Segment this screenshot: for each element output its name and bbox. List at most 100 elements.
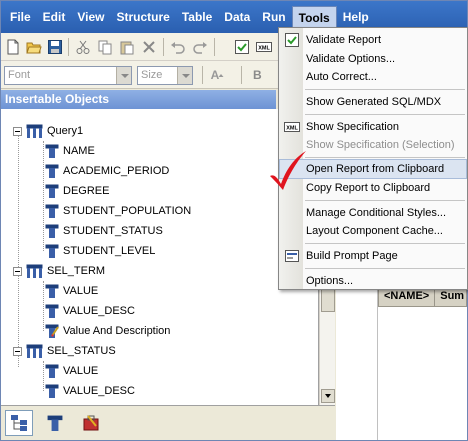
menu-table[interactable]: Table	[176, 6, 218, 28]
query-icon	[26, 264, 43, 278]
tree-leaf-label: STUDENT_POPULATION	[63, 205, 192, 217]
tree-leaf-value-desc[interactable]: VALUE_DESC	[45, 381, 135, 401]
tree-node-sel-status[interactable]: SEL_STATUS	[13, 341, 116, 361]
menu-item-label: Copy Report to Clipboard	[306, 182, 431, 194]
checkmark-annotation-icon	[270, 151, 306, 190]
bold-button[interactable]: B	[253, 68, 262, 82]
tree-connector	[43, 281, 44, 331]
tree-leaf-academic-period[interactable]: ACADEMIC_PERIOD	[45, 161, 169, 181]
data-item-icon	[45, 204, 59, 218]
menu-structure[interactable]: Structure	[110, 6, 175, 28]
data-item-icon	[45, 284, 59, 298]
font-dropdown-arrow-icon[interactable]	[116, 67, 131, 84]
source-tree-icon	[11, 415, 27, 431]
tree-leaf-label: Value And Description	[63, 325, 171, 337]
grid-column-sum[interactable]: Sum	[435, 290, 468, 302]
xml-icon[interactable]: XML	[256, 39, 272, 55]
tree-node-sel-term[interactable]: SEL_TERM	[13, 261, 105, 281]
tree-leaf-value-desc[interactable]: VALUE_DESC	[45, 301, 135, 321]
menu-item-validate-options[interactable]: Validate Options...	[279, 49, 467, 69]
tree-node-label: SEL_STATUS	[47, 345, 116, 357]
menu-tools[interactable]: Tools	[291, 6, 337, 28]
collapse-icon[interactable]	[13, 266, 22, 276]
tree-node-query1[interactable]: Query1	[13, 121, 83, 141]
tree-leaf-student-status[interactable]: STUDENT_STATUS	[45, 221, 163, 241]
font-color-icon[interactable]: A	[209, 67, 225, 83]
menu-file[interactable]: File	[4, 6, 37, 28]
tree-leaf-value[interactable]: VALUE	[45, 361, 98, 381]
insertable-objects-header: Insertable Objects	[1, 90, 276, 109]
validate-report-icon	[285, 33, 299, 47]
save-icon[interactable]	[47, 39, 63, 55]
size-combo-placeholder: Size	[141, 69, 163, 81]
calculated-item-icon	[45, 324, 59, 338]
validate-icon[interactable]	[234, 39, 250, 55]
tree-leaf-label: VALUE	[63, 365, 99, 377]
menu-item-label: Manage Conditional Styles...	[306, 207, 447, 219]
toolbar-separator	[202, 66, 203, 84]
tree-leaf-student-population[interactable]: STUDENT_POPULATION	[45, 201, 191, 221]
menu-item-label: Open Report from Clipboard	[306, 163, 445, 175]
collapse-icon[interactable]	[13, 346, 22, 356]
svg-text:XML: XML	[258, 46, 270, 52]
size-combo[interactable]: Size	[137, 66, 193, 85]
menu-separator	[305, 200, 465, 201]
pane-tabs	[1, 405, 335, 440]
menu-run[interactable]: Run	[256, 6, 291, 28]
menu-data[interactable]: Data	[218, 6, 256, 28]
menu-item-manage-conditional-styles[interactable]: Manage Conditional Styles...	[279, 203, 467, 223]
menu-item-show-generated-sql[interactable]: Show Generated SQL/MDX	[279, 92, 467, 112]
toolbar-separator	[68, 38, 69, 56]
collapse-icon[interactable]	[13, 126, 22, 136]
menu-separator	[305, 114, 465, 115]
tab-toolbox[interactable]	[77, 410, 105, 436]
tree-leaf-label: VALUE_DESC	[63, 305, 135, 317]
data-item-icon	[45, 224, 59, 238]
size-dropdown-arrow-icon[interactable]	[177, 67, 192, 84]
tree-leaf-value[interactable]: VALUE	[45, 281, 98, 301]
copy-icon[interactable]	[97, 39, 113, 55]
menu-item-show-specification[interactable]: XML Show Specification	[279, 117, 467, 137]
query-icon	[26, 344, 43, 358]
font-combo[interactable]: Font	[4, 66, 132, 85]
grid-column-name[interactable]: <NAME>	[379, 290, 434, 302]
menu-item-build-prompt-page[interactable]: Build Prompt Page	[279, 246, 467, 266]
menu-item-layout-component-cache[interactable]: Layout Component Cache...	[279, 221, 467, 241]
new-icon[interactable]	[5, 39, 21, 55]
build-prompt-icon	[285, 250, 299, 262]
paste-icon[interactable]	[119, 39, 135, 55]
cut-icon[interactable]	[75, 39, 91, 55]
menu-help[interactable]: Help	[337, 6, 375, 28]
open-folder-icon[interactable]	[26, 39, 42, 55]
menu-view[interactable]: View	[71, 6, 110, 28]
data-item-icon	[45, 244, 59, 258]
tab-data-items[interactable]	[41, 410, 69, 436]
menu-item-auto-correct[interactable]: Auto Correct...	[279, 67, 467, 87]
redo-icon[interactable]	[192, 39, 208, 55]
delete-icon[interactable]	[141, 39, 157, 55]
menu-item-options[interactable]: Options...	[279, 271, 467, 291]
undo-icon[interactable]	[170, 39, 186, 55]
data-item-icon	[45, 164, 59, 178]
data-items-icon	[47, 415, 63, 431]
menu-item-label: Options...	[306, 275, 354, 287]
tree-leaf-label: VALUE	[63, 285, 99, 297]
tree-leaf-student-level[interactable]: STUDENT_LEVEL	[45, 241, 155, 261]
menu-edit[interactable]: Edit	[37, 6, 72, 28]
toolbar-separator	[163, 38, 164, 56]
svg-text:XML: XML	[286, 126, 298, 132]
tree-leaf-label: STUDENT_LEVEL	[63, 245, 156, 257]
font-combo-placeholder: Font	[8, 69, 31, 81]
menu-separator	[305, 89, 465, 90]
menu-item-validate-report[interactable]: Validate Report	[279, 30, 467, 50]
toolbox-icon	[83, 415, 99, 431]
tree-connector	[18, 135, 19, 367]
tab-source[interactable]	[5, 410, 33, 436]
scroll-down-arrow-icon[interactable]	[321, 389, 335, 403]
tree-leaf-name[interactable]: NAME	[45, 141, 95, 161]
tree-connector	[43, 141, 44, 251]
tree-leaf-value-and-description[interactable]: Value And Description	[45, 321, 170, 341]
tree-leaf-degree[interactable]: DEGREE	[45, 181, 109, 201]
scrollbar-thumb[interactable]	[321, 288, 335, 312]
toolbar-separator	[214, 38, 215, 56]
